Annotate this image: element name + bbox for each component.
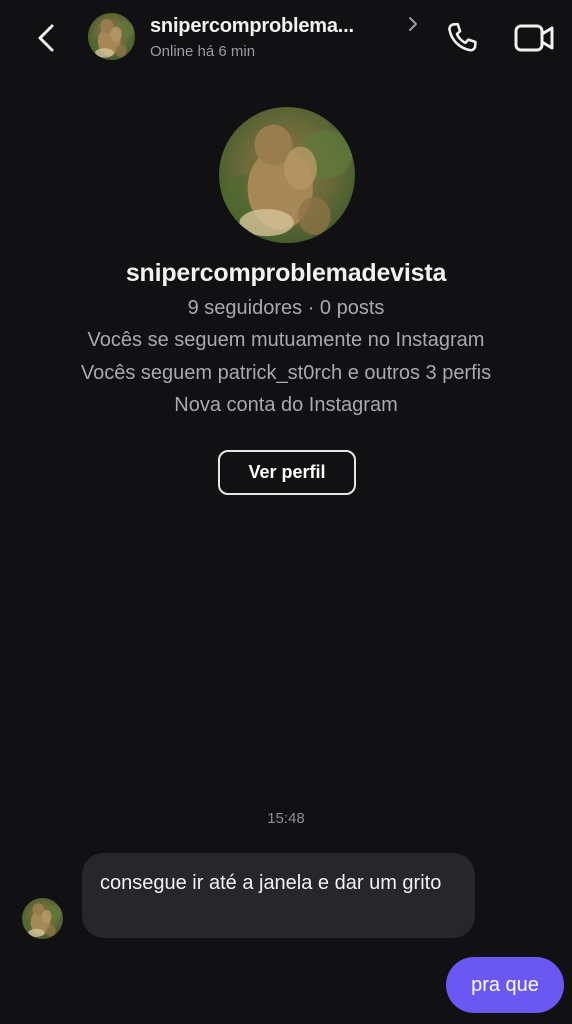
avatar[interactable] — [88, 13, 135, 60]
outgoing-message[interactable]: pra que — [446, 957, 564, 1013]
message-timestamp: 15:48 — [267, 810, 305, 827]
view-profile-button[interactable]: Ver perfil — [218, 450, 356, 495]
profile-stats: 9 seguidores · 0 posts — [187, 297, 385, 319]
mutual-following-text: Vocês seguem patrick_st0rch e outros 3 p… — [80, 362, 492, 384]
video-camera-icon[interactable] — [513, 20, 555, 56]
new-account-text: Nova conta do Instagram — [174, 394, 398, 416]
chevron-right-icon[interactable] — [406, 14, 420, 34]
chat-header: snipercomproblema... Online há 6 min — [0, 0, 572, 76]
phone-icon[interactable] — [443, 20, 481, 58]
incoming-message[interactable]: consegue ir até a janela e dar um grito — [82, 853, 475, 938]
back-arrow-icon[interactable] — [30, 20, 62, 56]
profile-avatar[interactable] — [219, 107, 355, 243]
profile-name: snipercomproblemadevista — [125, 259, 447, 287]
chat-username[interactable]: snipercomproblema... — [150, 15, 354, 38]
online-status: Online há 6 min — [150, 43, 256, 60]
sender-avatar[interactable] — [22, 898, 63, 939]
mutual-follow-text: Vocês se seguem mutuamente no Instagram — [87, 329, 485, 351]
